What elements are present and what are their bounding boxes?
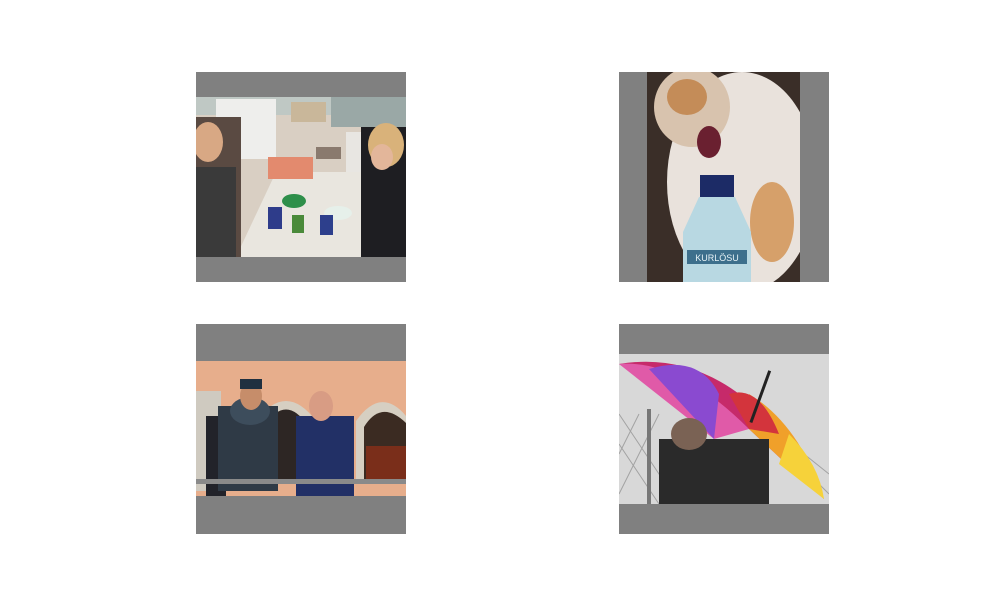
photo-tile-rainbow-umbrella bbox=[619, 324, 829, 534]
armor-balcony-photo bbox=[196, 361, 406, 496]
kitchen-table-photo bbox=[196, 97, 406, 257]
photo-tile-cat-bottle: KURLÖSU bbox=[619, 72, 829, 282]
bottle-label-text: KURLÖSU bbox=[695, 253, 739, 263]
photo-tile-armor-balcony bbox=[196, 324, 406, 534]
rainbow-umbrella-photo bbox=[619, 354, 829, 504]
cat-bottle-photo: KURLÖSU bbox=[647, 72, 800, 282]
photo-tile-kitchen-table bbox=[196, 72, 406, 282]
